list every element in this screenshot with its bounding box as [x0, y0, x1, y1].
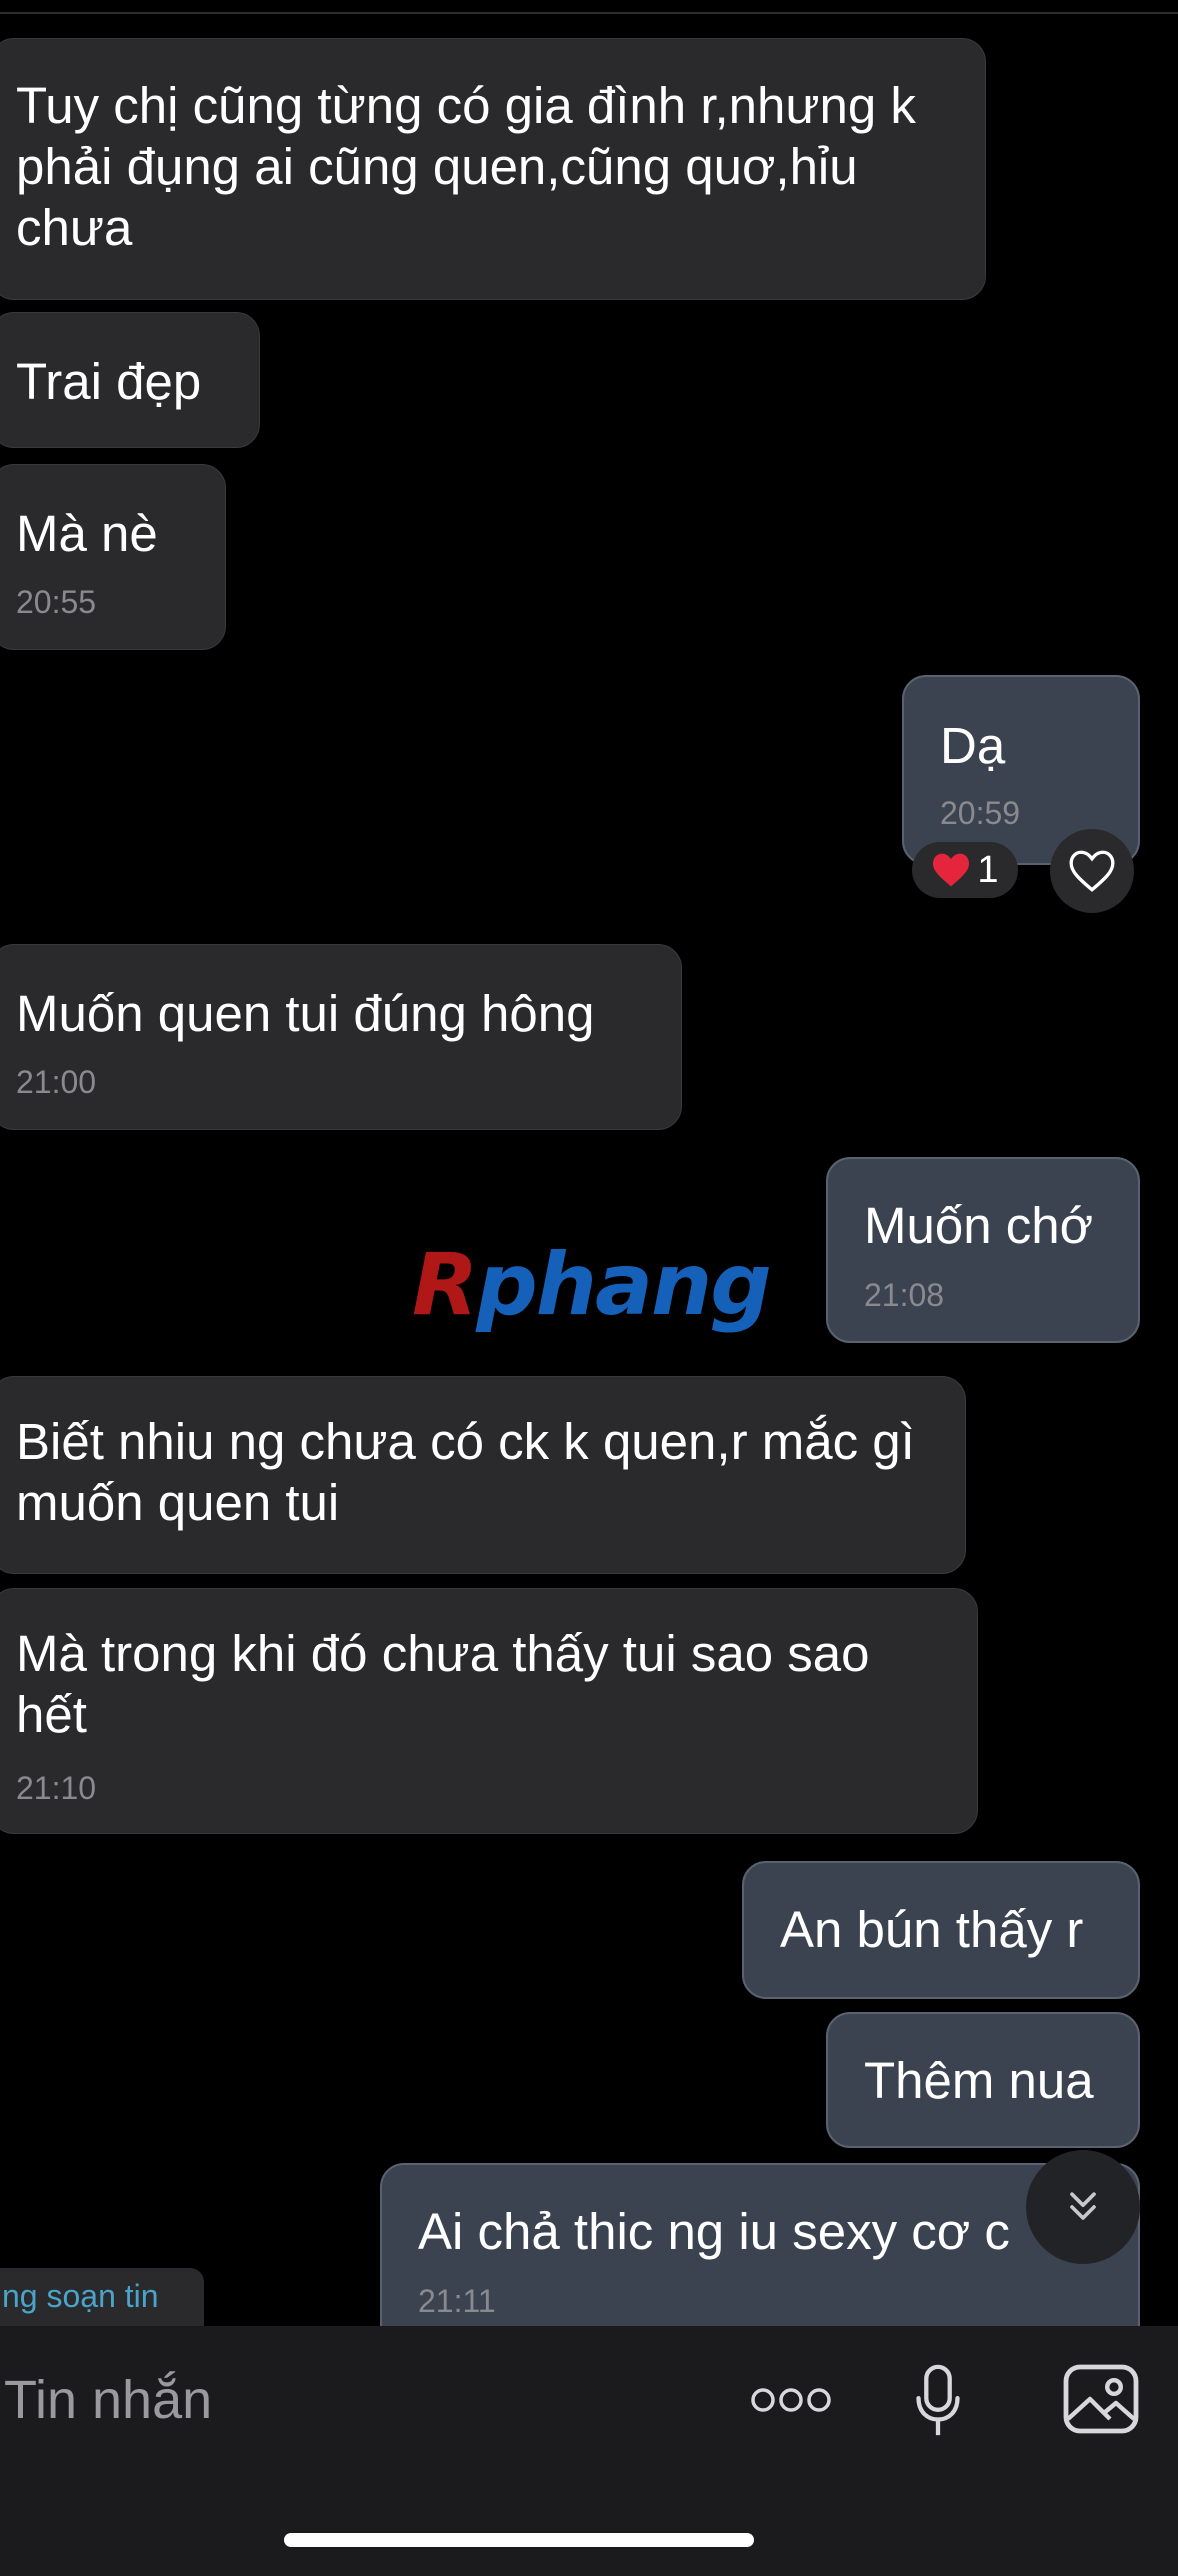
- watermark-letter-r: R: [412, 1235, 478, 1335]
- reaction-badge[interactable]: 1: [912, 842, 1018, 898]
- message-text: Thêm nua: [864, 2052, 1094, 2109]
- double-chevron-down-icon: [1070, 2192, 1096, 2220]
- message-text: Mà nè: [16, 505, 158, 562]
- image-icon: [1063, 2364, 1139, 2434]
- home-indicator: [284, 2533, 754, 2547]
- message-input[interactable]: Tin nhắn: [4, 2364, 704, 2436]
- message-text: An bún thấy r: [780, 1901, 1084, 1958]
- message-text: Mà trong khi đó chưa thấy tui sao sao hế…: [16, 1625, 870, 1743]
- message-bubble-outgoing[interactable]: An bún thấy r: [742, 1861, 1140, 1999]
- typing-indicator: ng soạn tin: [0, 2268, 204, 2326]
- image-button[interactable]: [1058, 2356, 1144, 2442]
- more-button[interactable]: [746, 2364, 836, 2436]
- message-text: Muốn quen tui đúng hông: [16, 985, 595, 1042]
- message-bubble-incoming[interactable]: Tuy chị cũng từng có gia đình r,nhưng k …: [0, 38, 986, 300]
- react-button[interactable]: [1050, 829, 1134, 913]
- message-bubble-outgoing[interactable]: Muốn chớ 21:08: [826, 1157, 1140, 1343]
- watermark-logo: Rphang: [412, 1235, 772, 1335]
- message-timestamp: 20:59: [940, 795, 1021, 831]
- voice-button[interactable]: [900, 2354, 976, 2450]
- message-bubble-incoming[interactable]: Muốn quen tui đúng hông 21:00: [0, 944, 682, 1130]
- message-timestamp: 20:55: [16, 584, 97, 620]
- scroll-to-bottom-button[interactable]: [1026, 2150, 1140, 2264]
- message-text: Trai đẹp: [16, 353, 202, 410]
- message-bubble-incoming[interactable]: Biết nhiu ng chưa có ck k quen,r mắc gì …: [0, 1376, 966, 1574]
- message-text: Biết nhiu ng chưa có ck k quen,r mắc gì …: [16, 1413, 915, 1531]
- message-text: Ai chả thic ng iu sexy cơ c: [418, 2203, 1010, 2260]
- message-timestamp: 21:10: [16, 1770, 97, 1806]
- reaction-count: 1: [977, 848, 999, 891]
- message-text: Muốn chớ: [864, 1197, 1094, 1254]
- microphone-icon: [916, 2364, 960, 2436]
- more-dots-icon: [751, 2388, 831, 2412]
- message-text: Dạ: [940, 717, 1006, 774]
- message-bubble-incoming[interactable]: Trai đẹp: [0, 312, 260, 448]
- heart-outline-icon: [1069, 850, 1115, 892]
- message-timestamp: 21:00: [16, 1064, 97, 1100]
- message-bubble-outgoing[interactable]: Thêm nua: [826, 2012, 1140, 2148]
- heart-emoji-icon: [933, 853, 970, 887]
- message-timestamp: 21:08: [864, 1277, 945, 1313]
- message-bubble-incoming[interactable]: Mà trong khi đó chưa thấy tui sao sao hế…: [0, 1588, 978, 1834]
- watermark-text: phang: [476, 1235, 772, 1335]
- top-divider: [0, 0, 1178, 14]
- message-timestamp: 21:11: [418, 2283, 496, 2319]
- message-bubble-incoming[interactable]: Mà nè 20:55: [0, 464, 226, 650]
- message-text: Tuy chị cũng từng có gia đình r,nhưng k …: [16, 77, 916, 256]
